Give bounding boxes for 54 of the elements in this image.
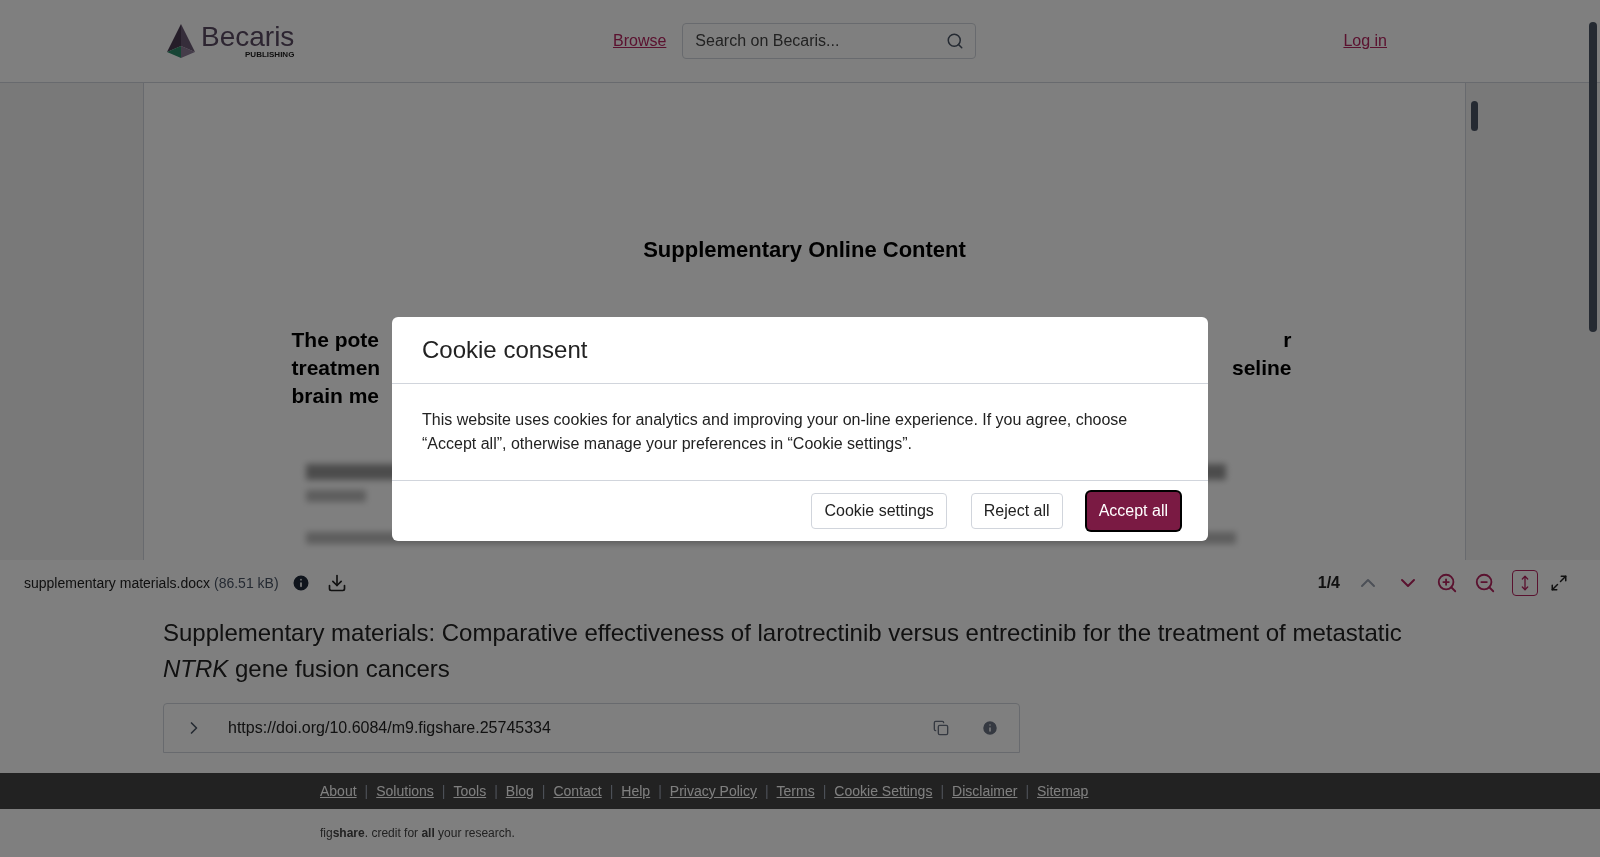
footer-separator: | — [822, 782, 827, 801]
footer-link[interactable]: Sitemap — [1037, 781, 1089, 801]
file-size: (86.51 kB) — [214, 573, 279, 593]
zoom-out-icon[interactable] — [1474, 571, 1496, 594]
footer-separator: | — [940, 782, 945, 801]
fit-page-button[interactable] — [1512, 569, 1538, 596]
dialog-button[interactable]: Reject all — [970, 493, 1063, 529]
page-counter: 1/4 — [1317, 572, 1340, 593]
footer-separator: | — [658, 782, 662, 801]
search-field[interactable]: Search on Becaris... — [682, 23, 977, 59]
fullscreen-icon[interactable] — [1550, 573, 1568, 592]
footer-link[interactable]: Blog — [505, 781, 534, 801]
scrollbar-thumb[interactable] — [1589, 22, 1597, 332]
footer-link[interactable]: Contact — [553, 781, 602, 801]
copy-icon[interactable] — [933, 720, 949, 736]
document-heading-text: The pote — [291, 327, 379, 353]
document-title: Supplementary Online Content — [643, 236, 966, 264]
footer-separator: | — [609, 782, 614, 801]
download-icon[interactable] — [326, 572, 347, 593]
footer-link[interactable]: Disclaimer — [952, 781, 1018, 801]
footer-separator: | — [541, 782, 546, 801]
footer-tagline: figshare. credit for all your research. — [319, 825, 516, 841]
footer-separator: | — [441, 782, 446, 801]
footer-link[interactable]: Tools — [453, 781, 487, 801]
footer-separator: | — [1025, 782, 1030, 801]
browse-link[interactable]: Browse — [613, 29, 667, 53]
dialog-button[interactable]: Cookie settings — [811, 493, 947, 529]
footer-separator: | — [764, 782, 769, 801]
zoom-in-icon[interactable] — [1436, 571, 1458, 594]
logo-text: Becaris — [201, 23, 295, 51]
item-title: Supplementary materials: Comparative effectiveness of larotrectinib versus entrectinib for the treatment of metastatic NTRK gene fusion cancers — [163, 618, 1403, 684]
document-heading-text: r — [1283, 327, 1292, 353]
dialog-button[interactable]: Accept all — [1086, 492, 1180, 530]
document-heading-text: brain me — [291, 383, 380, 409]
footer-link[interactable]: Solutions — [376, 781, 434, 801]
info-icon[interactable] — [290, 572, 311, 593]
dialog-title: Cookie consent — [422, 335, 588, 365]
document-heading-text: seline — [1231, 355, 1292, 381]
document-heading-text: treatmen — [291, 355, 381, 381]
search-icon[interactable] — [946, 32, 965, 50]
info-icon[interactable] — [981, 719, 999, 737]
dialog-text: This website uses cookies for analytics and improving your on-line experience. If you agree, choose “Accept all”, otherwise manage your preferences in “Cookie settings”. — [422, 410, 1129, 454]
footer-separator: | — [364, 782, 369, 801]
footer-link[interactable]: Cookie Settings — [834, 781, 933, 801]
footer-separator: | — [494, 782, 498, 801]
footer-link[interactable]: Help — [621, 781, 651, 801]
login-link[interactable]: Log in — [1343, 29, 1387, 53]
footer-link[interactable]: Privacy Policy — [669, 781, 757, 801]
scrollbar-thumb[interactable] — [1470, 101, 1478, 131]
doi-link[interactable]: https://doi.org/10.6084/m9.figshare.25745334 — [228, 716, 551, 740]
logo-subtitle: PUBLISHING — [245, 51, 295, 59]
footer-link[interactable]: Terms — [776, 781, 815, 801]
file-name: supplementary materials.docx — [24, 573, 210, 593]
footer-link[interactable]: About — [320, 781, 357, 801]
